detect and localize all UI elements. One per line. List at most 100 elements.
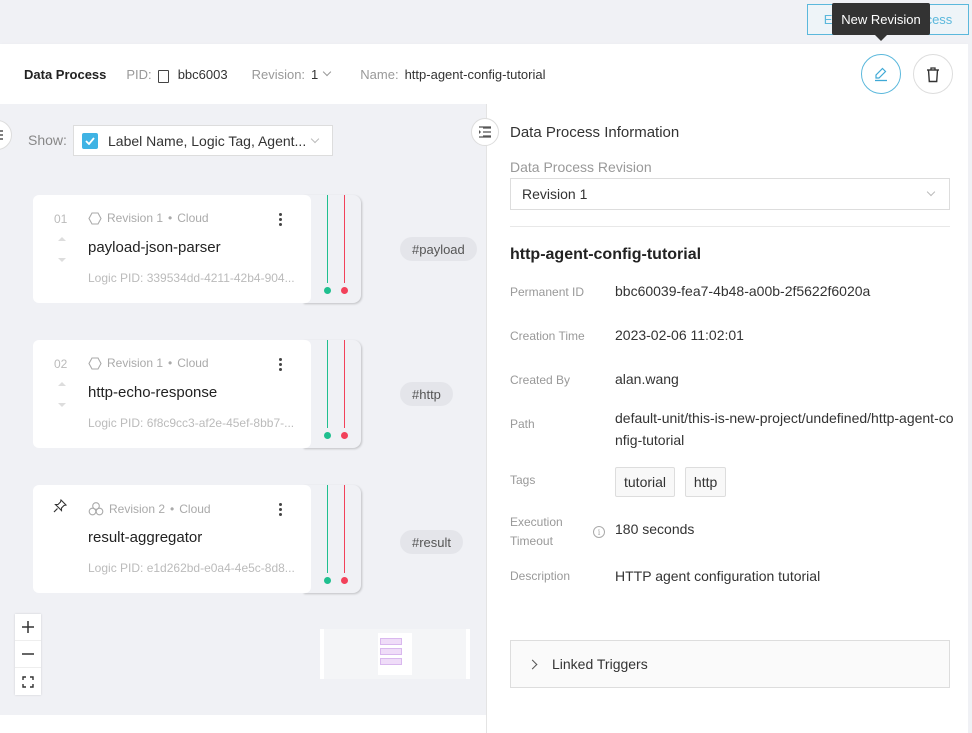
output-port[interactable] — [324, 287, 331, 294]
copy-icon[interactable] — [157, 69, 169, 83]
permanent-id-value: bbc60039-fea7-4b48-a00b-2f5622f6020a — [615, 283, 871, 299]
new-revision-button[interactable] — [861, 54, 901, 94]
tag-item: tutorial — [615, 467, 676, 497]
path-value: default-unit/this-is-new-project/undefin… — [615, 410, 954, 448]
timeout-value: 180 seconds — [615, 521, 695, 537]
page-title: Data Process — [24, 66, 107, 82]
node-location: Cloud — [177, 356, 209, 370]
move-down-icon[interactable] — [58, 403, 66, 407]
show-fields-value: Label Name, Logic Tag, Agent... — [108, 132, 307, 149]
panel-toggle-button[interactable] — [471, 118, 499, 146]
revision-field-label: Data Process Revision — [510, 159, 652, 175]
node-card[interactable]: Revision 2 • Cloud result-aggregator Log… — [33, 485, 311, 593]
revision-select-value: Revision 1 — [522, 186, 588, 202]
node-card[interactable]: 01 Revision 1 • Cloud payload-json-parse… — [33, 195, 311, 303]
process-name: http-agent-config-tutorial — [510, 246, 702, 263]
node-card[interactable]: 02 Revision 1 • Cloud http-echo-response… — [33, 340, 311, 448]
node-revision: Revision 1 — [107, 356, 164, 370]
pin-icon[interactable] — [53, 498, 68, 518]
pencil-icon — [875, 67, 887, 82]
divider — [510, 226, 950, 227]
path-label: Path — [510, 417, 535, 431]
output-line — [327, 195, 328, 283]
zoom-controls — [15, 614, 41, 695]
cluster-icon — [88, 502, 104, 516]
tags-list: tutorial http — [615, 467, 955, 497]
chevron-down-icon — [926, 187, 936, 197]
output-port[interactable] — [324, 577, 331, 584]
node-port-area — [303, 485, 361, 593]
linked-triggers-collapse[interactable]: Linked Triggers — [510, 640, 950, 688]
revision-label: Revision: — [251, 66, 306, 82]
fit-view-button[interactable] — [15, 668, 41, 695]
timeout-label: Execution Timeout — [510, 513, 563, 551]
linked-triggers-label: Linked Triggers — [552, 656, 648, 672]
trash-icon — [927, 66, 939, 82]
timeout-label-line1: Execution — [510, 515, 563, 529]
output-line — [327, 340, 328, 428]
canvas-footer — [0, 715, 486, 733]
error-port[interactable] — [341, 577, 348, 584]
tags-label: Tags — [510, 473, 536, 487]
chevron-down-icon — [310, 134, 320, 144]
error-port[interactable] — [341, 432, 348, 439]
move-down-icon[interactable] — [58, 258, 66, 262]
separator-dot: • — [168, 211, 173, 225]
output-line — [327, 485, 328, 573]
revision-select[interactable]: Revision 1 — [510, 178, 950, 210]
node-name: payload-json-parser — [88, 239, 221, 256]
flow-node[interactable]: 01 Revision 1 • Cloud payload-json-parse… — [33, 195, 361, 303]
minimap-node — [380, 648, 402, 655]
minimap[interactable] — [320, 629, 470, 679]
timeout-label-line2: Timeout — [510, 534, 553, 548]
sidebar-toggle-button[interactable] — [0, 120, 12, 150]
minus-icon — [22, 653, 34, 655]
name-label: Name: — [360, 66, 399, 82]
new-revision-tooltip: New Revision — [832, 3, 930, 41]
hexagon-icon — [88, 211, 102, 225]
move-up-icon[interactable] — [58, 382, 66, 386]
revision-value: 1 — [311, 66, 319, 82]
error-port[interactable] — [341, 287, 348, 294]
node-port-area — [303, 195, 361, 303]
logic-tag: #http — [400, 382, 453, 406]
show-checkbox[interactable] — [82, 132, 98, 149]
zoom-in-button[interactable] — [15, 614, 41, 641]
node-logic-pid: Logic PID: 339534dd-4211-42b4-904... — [88, 271, 295, 285]
chevron-down-icon — [323, 67, 332, 77]
flow-node[interactable]: Revision 2 • Cloud result-aggregator Log… — [33, 485, 361, 593]
panel-title: Data Process Information — [510, 124, 680, 141]
delete-button[interactable] — [913, 54, 953, 94]
more-options-button[interactable] — [269, 208, 291, 230]
node-logic-pid: Logic PID: e1d262bd-e0a4-4e5c-8d8... — [88, 561, 295, 575]
node-index: 02 — [54, 357, 68, 371]
top-bar: Execute Data Process New Revision — [0, 0, 972, 44]
creation-time-label: Creation Time — [510, 329, 585, 343]
more-options-button[interactable] — [269, 498, 291, 520]
show-fields-dropdown[interactable]: Label Name, Logic Tag, Agent... — [73, 125, 333, 156]
minimap-node — [380, 638, 402, 645]
minimap-node — [380, 658, 402, 665]
scrollbar-track[interactable] — [968, 44, 972, 733]
revision-dropdown[interactable]: Revision: 1 — [251, 66, 332, 82]
output-port[interactable] — [324, 432, 331, 439]
flow-canvas[interactable]: Show: Label Name, Logic Tag, Agent... 01… — [0, 104, 486, 715]
node-name: http-echo-response — [88, 384, 218, 401]
info-icon[interactable]: i — [593, 526, 605, 538]
node-meta: Revision 1 • Cloud — [88, 211, 209, 225]
flow-node[interactable]: 02 Revision 1 • Cloud http-echo-response… — [33, 340, 361, 448]
info-panel: Data Process Information Data Process Re… — [471, 104, 968, 733]
node-logic-pid: Logic PID: 6f8c9cc3-af2e-45ef-8bb7-... — [88, 416, 295, 430]
node-index: 01 — [54, 212, 68, 226]
node-port-area — [303, 340, 361, 448]
process-header: Data Process PID: bbc6003 Revision: 1 Na… — [0, 44, 968, 104]
node-revision: Revision 1 — [107, 211, 164, 225]
description-value: HTTP agent configuration tutorial — [615, 568, 821, 584]
chevron-right-icon — [527, 659, 538, 669]
logic-tag: #result — [400, 530, 464, 554]
permanent-id-label: Permanent ID — [510, 285, 585, 299]
more-options-button[interactable] — [269, 353, 291, 375]
zoom-out-button[interactable] — [15, 641, 41, 668]
move-up-icon[interactable] — [58, 237, 66, 241]
indent-icon — [479, 126, 491, 138]
